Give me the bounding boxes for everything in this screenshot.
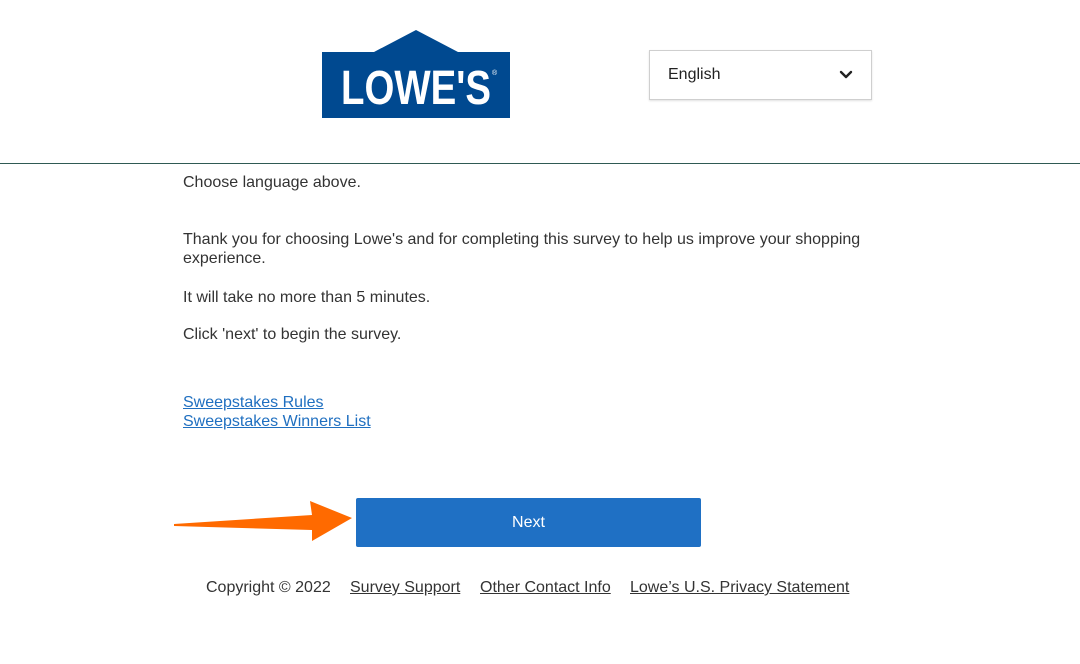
choose-language-text: Choose language above. bbox=[183, 174, 361, 191]
privacy-statement-link[interactable]: Lowe’s U.S. Privacy Statement bbox=[630, 579, 849, 597]
language-select-value: English bbox=[668, 66, 721, 83]
chevron-down-icon bbox=[839, 70, 853, 79]
arrow-icon bbox=[174, 501, 352, 541]
header: LOWE'S ® English bbox=[0, 0, 1080, 164]
logo-wordmark: LOWE'S bbox=[341, 62, 491, 115]
sweepstakes-rules-link[interactable]: Sweepstakes Rules bbox=[183, 393, 324, 412]
duration-text: It will take no more than 5 minutes. bbox=[183, 289, 431, 306]
language-select[interactable]: English bbox=[649, 50, 872, 100]
other-contact-info-link[interactable]: Other Contact Info bbox=[480, 579, 611, 597]
footer: Copyright © 2022 Survey Support Other Co… bbox=[0, 579, 1080, 599]
survey-support-link[interactable]: Survey Support bbox=[350, 579, 460, 597]
next-button[interactable]: Next bbox=[356, 498, 701, 547]
svg-text:®: ® bbox=[492, 69, 498, 77]
copyright-text: Copyright © 2022 bbox=[206, 579, 331, 596]
sweepstakes-winners-link[interactable]: Sweepstakes Winners List bbox=[183, 412, 371, 431]
lowes-logo: LOWE'S ® bbox=[322, 30, 510, 118]
thank-you-text: Thank you for choosing Lowe's and for co… bbox=[183, 231, 861, 267]
instruction-text: Click 'next' to begin the survey. bbox=[183, 326, 402, 343]
page: LOWE'S ® English Choose language above. … bbox=[0, 0, 1080, 664]
